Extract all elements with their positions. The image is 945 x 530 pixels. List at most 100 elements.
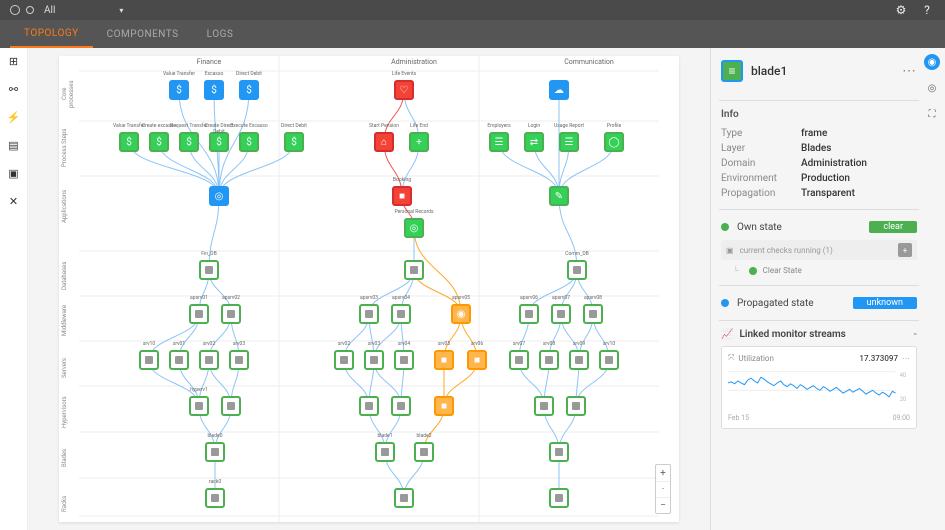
topology-node[interactable]: ■: [392, 186, 412, 206]
filter-dropdown[interactable]: All ▾: [26, 5, 123, 16]
expand-view-icon[interactable]: ⛶: [924, 106, 940, 122]
shuffle-icon[interactable]: ✕: [7, 194, 21, 208]
details-toggle-icon[interactable]: ◉: [924, 54, 940, 70]
topology-node[interactable]: ☁: [549, 80, 569, 100]
node-label: Value Transfer: [159, 71, 199, 77]
topology-node[interactable]: $: [239, 80, 259, 100]
more-icon[interactable]: ⋯: [902, 63, 917, 79]
filter-label: All: [44, 5, 55, 16]
topology-node[interactable]: [414, 442, 434, 462]
topology-node[interactable]: ◯: [604, 132, 624, 152]
topology-node[interactable]: [205, 442, 225, 462]
info-value: Administration: [801, 158, 867, 169]
settings-icon[interactable]: ⚙: [893, 2, 909, 18]
topology-node[interactable]: [599, 350, 619, 370]
topology-node[interactable]: [221, 396, 241, 416]
topology-node[interactable]: [189, 304, 209, 324]
topology-node[interactable]: ◉: [451, 304, 471, 324]
node-label: Start Pension: [364, 123, 404, 129]
chart-value: 17.373097: [859, 354, 898, 363]
square-icon[interactable]: ▣: [7, 166, 21, 180]
topology-node[interactable]: [359, 304, 379, 324]
collapse-icon[interactable]: -: [913, 329, 917, 340]
topology-node[interactable]: [566, 396, 586, 416]
topology-node[interactable]: $: [239, 132, 259, 152]
topology-node[interactable]: [519, 304, 539, 324]
topology-node[interactable]: ☰: [489, 132, 509, 152]
zoom-slider[interactable]: ·: [656, 481, 670, 497]
topology-node[interactable]: ✎: [549, 186, 569, 206]
topology-node[interactable]: ■: [434, 350, 454, 370]
topology-node[interactable]: [551, 304, 571, 324]
drag-icon: ⤧: [728, 353, 734, 363]
topology-node[interactable]: [549, 488, 569, 508]
checks-row[interactable]: ▣ current checks running (1) +: [721, 240, 917, 260]
grid-icon[interactable]: ⊞: [7, 54, 21, 68]
topology-node[interactable]: ■: [434, 396, 454, 416]
topology-node[interactable]: [334, 350, 354, 370]
topology-node[interactable]: [534, 396, 554, 416]
topology-node[interactable]: [199, 350, 219, 370]
topology-node[interactable]: [391, 304, 411, 324]
topology-node[interactable]: $: [119, 132, 139, 152]
clipboard-icon[interactable]: ▤: [7, 138, 21, 152]
help-icon[interactable]: ?: [919, 2, 935, 18]
zoom-in-button[interactable]: +: [656, 465, 670, 481]
topology-node[interactable]: ⇄: [524, 132, 544, 152]
topology-node[interactable]: [583, 304, 603, 324]
topology-canvas[interactable]: Finance Administration Communication $Va…: [59, 56, 679, 522]
state-dot-icon: [721, 299, 729, 307]
topology-node[interactable]: [404, 260, 424, 280]
row-label: Middleware: [61, 300, 68, 340]
topology-node[interactable]: [394, 350, 414, 370]
target-icon[interactable]: ◎: [924, 80, 940, 96]
clear-state-row[interactable]: Clear State: [721, 264, 917, 277]
expand-icon[interactable]: +: [898, 243, 912, 257]
info-value: Blades: [801, 143, 831, 154]
topology-node[interactable]: $: [204, 80, 224, 100]
info-row: DomainAdministration: [721, 156, 917, 171]
topology-node[interactable]: ■: [467, 350, 487, 370]
tab-logs[interactable]: LOGS: [193, 20, 248, 48]
topology-node[interactable]: $: [209, 132, 229, 152]
topology-node[interactable]: [549, 442, 569, 462]
topology-node[interactable]: [569, 350, 589, 370]
topology-node[interactable]: $: [284, 132, 304, 152]
topology-node[interactable]: ◎: [209, 186, 229, 206]
topology-node[interactable]: ♡: [394, 80, 414, 100]
topology-node[interactable]: ☰: [559, 132, 579, 152]
zoom-out-button[interactable]: −: [656, 497, 670, 513]
topology-node[interactable]: [205, 488, 225, 508]
bolt-icon[interactable]: ⚡: [7, 110, 21, 124]
link-icon[interactable]: ⚯: [7, 82, 21, 96]
topology-node[interactable]: [169, 350, 189, 370]
info-value: Production: [801, 173, 850, 184]
topology-node[interactable]: ◎: [404, 218, 424, 238]
topology-node[interactable]: [375, 442, 395, 462]
topology-node[interactable]: $: [149, 132, 169, 152]
topology-node[interactable]: [391, 396, 411, 416]
topology-node[interactable]: [359, 396, 379, 416]
row-label: Servers: [61, 348, 68, 388]
node-label: Comm_DB: [557, 251, 597, 257]
topology-node[interactable]: +: [409, 132, 429, 152]
topology-node[interactable]: $: [179, 132, 199, 152]
topology-node[interactable]: [221, 304, 241, 324]
topology-node[interactable]: [229, 350, 249, 370]
topology-node[interactable]: [394, 488, 414, 508]
topology-node[interactable]: [567, 260, 587, 280]
node-label: apsrv08: [573, 295, 613, 301]
topology-node[interactable]: [539, 350, 559, 370]
tab-topology[interactable]: TOPOLOGY: [10, 20, 93, 48]
topology-node[interactable]: [509, 350, 529, 370]
monitor-chart-card[interactable]: ⤧ Utilization 17.373097 ⋯ 40 20 Feb 15 0…: [721, 346, 917, 429]
topology-node[interactable]: [189, 396, 209, 416]
chart-more-icon[interactable]: ⋯: [902, 354, 910, 363]
topology-node[interactable]: [199, 260, 219, 280]
topology-node[interactable]: [364, 350, 384, 370]
topology-node[interactable]: $: [169, 80, 189, 100]
info-key: Propagation: [721, 188, 801, 199]
topology-node[interactable]: [139, 350, 159, 370]
tab-components[interactable]: COMPONENTS: [93, 20, 193, 48]
topology-node[interactable]: ⌂: [374, 132, 394, 152]
